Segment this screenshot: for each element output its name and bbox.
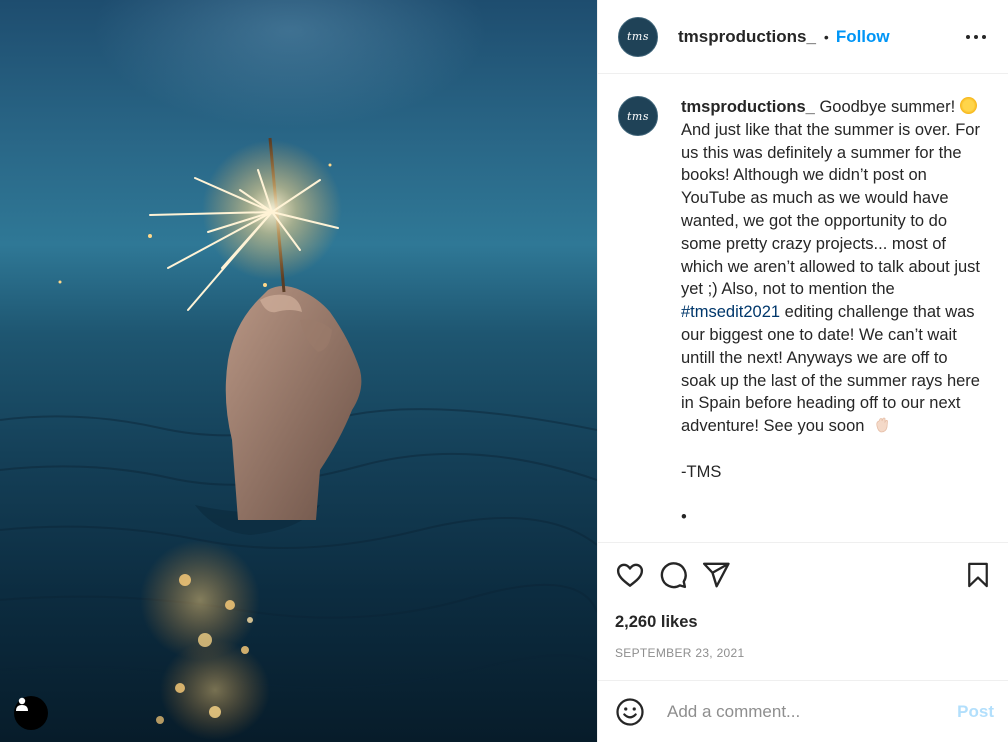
caption-username[interactable]: tmsproductions_: [681, 98, 815, 116]
caption-avatar[interactable]: tms: [618, 96, 658, 136]
share-button[interactable]: [701, 560, 731, 590]
follow-button[interactable]: Follow: [836, 27, 890, 47]
waving-hand-emoji-icon: [876, 417, 888, 433]
like-button[interactable]: [615, 560, 645, 590]
post-side-panel: tms tmsproductions_ • Follow tms tmsprod…: [597, 0, 1008, 742]
more-options-button[interactable]: [960, 29, 992, 45]
caption-text-1: Goodbye summer!: [814, 98, 960, 116]
comment-icon: [660, 562, 687, 589]
comment-bar: Post: [598, 680, 1008, 742]
hashtag-link[interactable]: #tmsedit2021: [681, 303, 780, 321]
heart-icon: [616, 563, 644, 587]
author-avatar[interactable]: tms: [618, 16, 658, 57]
caption-signature: -TMS: [681, 462, 722, 481]
caption-text-2: And just like that the summer is over. F…: [681, 120, 980, 299]
sun-emoji-icon: [959, 97, 977, 114]
comment-button[interactable]: [658, 560, 688, 590]
likes-count[interactable]: 2,260 likes: [615, 613, 992, 632]
more-icon: [966, 34, 986, 39]
post-image[interactable]: [0, 0, 597, 742]
avatar-text: tms: [627, 109, 649, 123]
caption-text-3: editing challenge that was our biggest o…: [681, 303, 980, 436]
post-header: tms tmsproductions_ • Follow: [598, 0, 1008, 74]
post-date[interactable]: September 23, 2021: [615, 646, 992, 660]
share-icon: [702, 562, 730, 588]
caption-bullet: •: [681, 508, 687, 527]
post-comment-button[interactable]: Post: [957, 702, 994, 722]
user-tag-icon: [16, 697, 28, 711]
caption-area: tms tmsproductions_ Goodbye summer! And …: [598, 74, 1008, 542]
post-actions: 2,260 likes September 23, 2021: [598, 542, 1008, 680]
post-dialog: tms tmsproductions_ • Follow tms tmsprod…: [0, 0, 1008, 742]
action-icons: [615, 543, 992, 605]
comment-input[interactable]: [665, 700, 958, 723]
separator-dot: •: [823, 28, 829, 45]
author-username[interactable]: tmsproductions_: [678, 27, 816, 47]
user-tag-button[interactable]: [14, 696, 48, 730]
save-button[interactable]: [964, 560, 992, 590]
emoji-button[interactable]: [615, 697, 645, 727]
bookmark-icon: [968, 562, 988, 588]
caption: tmsproductions_ Goodbye summer! And just…: [681, 96, 986, 542]
emoji-icon: [616, 697, 644, 726]
sparkler-photo: [0, 137, 597, 740]
avatar-text: tms: [627, 30, 649, 43]
